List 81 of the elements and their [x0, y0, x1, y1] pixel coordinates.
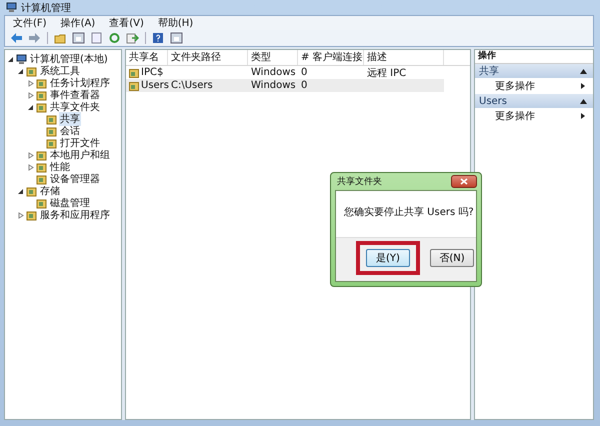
menu-item[interactable]: 文件(F) [13, 16, 47, 30]
help-icon[interactable] [152, 32, 165, 44]
node-icon [36, 174, 47, 184]
close-icon [460, 178, 468, 185]
tree-item[interactable]: 计算机管理(本地) [29, 52, 109, 66]
computer-icon [16, 54, 27, 64]
tree-item[interactable]: 存储 [39, 184, 61, 198]
tree-item[interactable]: 共享文件夹 [49, 100, 101, 114]
action-link[interactable]: 更多操作 [495, 109, 535, 123]
dialog-button[interactable]: 是(Y) [366, 249, 410, 267]
forward-arrow-icon[interactable] [28, 32, 41, 44]
tree-item[interactable]: 本地用户和组 [49, 148, 111, 162]
computer-icon [6, 2, 17, 13]
section-header[interactable]: 共享 [475, 64, 593, 78]
refresh-icon[interactable] [108, 32, 121, 44]
tree-item[interactable]: 会话 [59, 124, 81, 138]
collapsed-arrow-icon[interactable] [27, 80, 34, 86]
menu-item[interactable]: 帮助(H) [158, 16, 194, 30]
node-icon [26, 66, 37, 76]
collapsed-arrow-icon[interactable] [27, 92, 34, 98]
expanded-arrow-icon[interactable] [27, 104, 34, 110]
section-header[interactable]: Users [475, 94, 593, 108]
panel-icon[interactable] [72, 32, 85, 44]
column-header[interactable]: # 客户端连接 [298, 50, 364, 65]
menu-item[interactable]: 操作(A) [60, 16, 96, 30]
tree-item[interactable]: 共享 [59, 112, 81, 126]
collapsed-arrow-icon[interactable] [17, 212, 24, 218]
table-cell: C:\Users [171, 80, 213, 91]
tree-item[interactable]: 性能 [49, 160, 71, 174]
dialog-button[interactable]: 否(N) [430, 249, 474, 267]
dialog-title: 共享文件夹 [337, 176, 382, 188]
table-row[interactable]: IPC$ Windows 0 远程 IPC [126, 66, 444, 79]
node-icon [36, 102, 47, 112]
column-header[interactable]: 共享名 [126, 50, 168, 65]
table-cell: Windows [251, 67, 296, 78]
table-cell-text: 远程 IPC [367, 66, 406, 80]
panel-icon[interactable] [170, 32, 183, 44]
expanded-arrow-icon[interactable] [7, 56, 14, 62]
node-icon [36, 162, 47, 172]
page-icon[interactable] [90, 32, 103, 44]
node-icon [36, 198, 47, 208]
share-folder-icon [129, 80, 139, 90]
node-icon [36, 90, 47, 100]
collapsed-arrow-icon[interactable] [27, 152, 34, 158]
menu-item[interactable]: 查看(V) [109, 16, 144, 30]
node-icon [36, 150, 47, 160]
close-button[interactable] [451, 175, 477, 188]
table-cell: 0 [301, 67, 308, 78]
column-header[interactable]: 类型 [248, 50, 298, 65]
table-cell: 0 [301, 80, 308, 91]
tree-item[interactable]: 系统工具 [39, 64, 81, 78]
node-icon [36, 78, 47, 88]
back-arrow-icon[interactable] [10, 32, 23, 44]
submenu-arrow-icon [581, 83, 585, 89]
table-cell: Users [141, 80, 170, 91]
table-cell: Windows [251, 80, 296, 91]
expanded-arrow-icon[interactable] [17, 188, 24, 194]
tree-item[interactable]: 事件查看器 [49, 88, 101, 102]
dialog-message: 您确实要停止共享 Users 吗? [343, 206, 475, 220]
tree-item[interactable]: 任务计划程序 [49, 76, 111, 90]
table-cell: IPC$ [141, 67, 164, 78]
share-folder-icon [129, 68, 139, 78]
column-header[interactable]: 描述 [364, 50, 444, 65]
tree-item[interactable]: 打开文件 [59, 136, 101, 150]
column-header[interactable]: 文件夹路径 [168, 50, 248, 65]
table-row[interactable]: Users C:\Users Windows 0 [126, 79, 444, 92]
submenu-arrow-icon [581, 113, 585, 119]
node-icon [26, 186, 37, 196]
tree-item[interactable]: 磁盘管理 [49, 196, 91, 210]
tree-item[interactable]: 服务和应用程序 [39, 208, 111, 222]
node-icon [26, 210, 37, 220]
action-link[interactable]: 更多操作 [495, 79, 535, 93]
export-icon[interactable] [126, 32, 139, 44]
node-icon [46, 126, 57, 136]
tree-item[interactable]: 设备管理器 [49, 172, 101, 186]
node-icon [46, 114, 57, 124]
collapsed-arrow-icon[interactable] [27, 164, 34, 170]
folder-icon[interactable] [54, 32, 67, 44]
expanded-arrow-icon[interactable] [17, 68, 24, 74]
node-icon [46, 138, 57, 148]
window-title: 计算机管理 [21, 2, 71, 14]
